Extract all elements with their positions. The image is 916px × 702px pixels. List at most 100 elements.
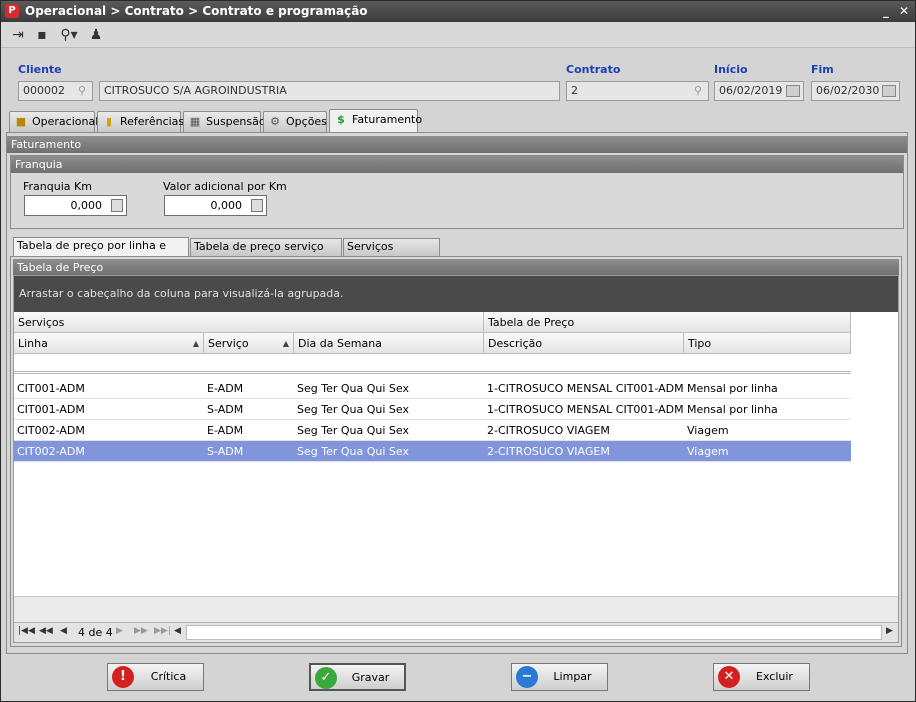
valor-adicional-input[interactable]: 0,000	[164, 195, 267, 216]
cliente-label: Cliente	[18, 63, 62, 76]
cell-dia-semana: Seg Ter Qua Qui Sex	[297, 424, 409, 437]
tab-suspensao[interactable]: ▦ Suspensão	[183, 111, 266, 132]
bookmark-icon: ▮	[105, 115, 113, 128]
franquia-km-value: 0,000	[70, 199, 103, 212]
valor-adicional-label: Valor adicional por Km	[163, 180, 287, 193]
cell-servico: S-ADM	[207, 445, 244, 458]
table-row-selected[interactable]: CIT002-ADM S-ADM Seg Ter Qua Qui Sex 2-C…	[14, 441, 851, 462]
franquia-km-label: Franquia Km	[23, 180, 92, 193]
next-page-icon[interactable]: ▶	[116, 626, 123, 636]
cliente-name-value: CITROSUCO S/A AGROINDUSTRIA	[104, 84, 287, 97]
column-header-tipo[interactable]: Tipo	[684, 333, 851, 354]
minimize-icon[interactable]: _	[879, 4, 893, 18]
window-title: Operacional > Contrato > Contrato e prog…	[25, 4, 368, 18]
calculator-icon[interactable]	[111, 199, 123, 212]
tabela-preco-header: Tabela de Preço	[13, 259, 899, 276]
subtab-tabela-linha-servico[interactable]: Tabela de preço por linha e serviço	[13, 237, 189, 268]
tab-label: Suspensão	[206, 115, 266, 128]
pager-text: 4 de 4	[78, 626, 113, 639]
cell-dia-semana: Seg Ter Qua Qui Sex	[297, 403, 409, 416]
fim-label: Fim	[811, 63, 834, 76]
scroll-right-icon[interactable]: ▶	[886, 626, 893, 636]
scroll-left-icon[interactable]: ◀	[174, 626, 181, 636]
fim-date-field[interactable]: 06/02/2030	[811, 81, 900, 101]
table-row[interactable]: CIT002-ADM E-ADM Seg Ter Qua Qui Sex 2-C…	[14, 420, 851, 441]
cell-linha: CIT002-ADM	[17, 445, 85, 458]
limpar-button[interactable]: − Limpar	[511, 663, 608, 691]
toolbar: ⇥ ▪ ⚲▾ ♟	[1, 22, 915, 48]
excluir-button[interactable]: ✕ Excluir	[713, 663, 810, 691]
cell-dia-semana: Seg Ter Qua Qui Sex	[297, 445, 409, 458]
last-page-icon[interactable]: ▶▶|	[154, 626, 171, 636]
calendar-icon[interactable]	[882, 85, 896, 97]
exit-icon[interactable]: ⇥	[9, 26, 27, 44]
cliente-name-field[interactable]: CITROSUCO S/A AGROINDUSTRIA	[99, 81, 560, 101]
button-label: Limpar	[553, 670, 592, 683]
cell-servico: S-ADM	[207, 403, 244, 416]
cell-servico: E-ADM	[207, 424, 244, 437]
calendar-icon[interactable]	[786, 85, 800, 97]
gravar-button[interactable]: ✓ Gravar	[309, 663, 406, 691]
subtab-tabela-servico-extra[interactable]: Tabela de preço serviço extra	[190, 238, 342, 269]
tab-opcoes[interactable]: ⚙ Opções	[263, 111, 327, 132]
error-icon: !	[112, 666, 134, 688]
franquia-header: Franquia	[11, 156, 903, 173]
prev-page-icon[interactable]: ◀	[60, 626, 67, 636]
cell-linha: CIT002-ADM	[17, 424, 85, 437]
minus-icon: −	[516, 666, 538, 688]
column-label: Tipo	[688, 337, 712, 350]
title-bar: P Operacional > Contrato > Contrato e pr…	[1, 1, 915, 22]
column-header-servico[interactable]: Serviço ▲	[204, 333, 294, 354]
filter-row[interactable]	[14, 354, 851, 374]
table-row[interactable]: CIT001-ADM E-ADM Seg Ter Qua Qui Sex 1-C…	[14, 378, 851, 399]
inicio-value: 06/02/2019	[719, 84, 783, 97]
tab-label: Opções	[286, 115, 327, 128]
button-label: Crítica	[150, 670, 187, 683]
close-icon[interactable]: ✕	[897, 4, 911, 18]
tab-label: Operacional	[32, 115, 99, 128]
search-icon[interactable]: ⚲	[75, 84, 89, 98]
tab-operacional[interactable]: ■ Operacional	[9, 111, 99, 132]
column-header-linha[interactable]: Linha ▲	[14, 333, 204, 354]
faturamento-header: Faturamento	[7, 136, 907, 153]
table-row[interactable]: CIT001-ADM S-ADM Seg Ter Qua Qui Sex 1-C…	[14, 399, 851, 420]
critica-button[interactable]: ! Crítica	[107, 663, 204, 691]
cliente-code-value: 000002	[23, 84, 65, 97]
button-label: Gravar	[351, 671, 390, 684]
button-label: Excluir	[756, 670, 793, 683]
sort-asc-icon: ▲	[282, 339, 289, 348]
first-page-icon[interactable]: |◀◀	[18, 626, 35, 636]
search-dropdown-icon[interactable]: ⚲▾	[57, 26, 81, 44]
message-icon[interactable]: ▪	[33, 26, 51, 44]
next-page-group-icon[interactable]: ▶▶	[134, 626, 148, 636]
cliente-code-field[interactable]: 000002 ⚲	[18, 81, 93, 101]
gear-icon: ⚙	[270, 115, 280, 128]
cell-servico: E-ADM	[207, 382, 244, 395]
cell-descricao: 2-CITROSUCO VIAGEM	[487, 424, 610, 437]
horizontal-scrollbar[interactable]	[186, 625, 882, 640]
footer-row	[14, 596, 898, 622]
cell-linha: CIT001-ADM	[17, 403, 85, 416]
tab-faturamento[interactable]: $ Faturamento	[329, 109, 422, 132]
check-icon: ✓	[315, 667, 337, 689]
prev-page-group-icon[interactable]: ◀◀	[39, 626, 53, 636]
band-tabela-preco: Tabela de Preço	[484, 312, 851, 333]
column-label: Linha	[18, 337, 48, 350]
cell-tipo: Mensal por linha	[687, 382, 778, 395]
search-icon[interactable]: ⚲	[691, 84, 705, 98]
calculator-icon[interactable]	[251, 199, 263, 212]
inicio-date-field[interactable]: 06/02/2019	[714, 81, 804, 101]
user-icon[interactable]: ♟	[87, 26, 105, 44]
column-label: Serviço	[208, 337, 249, 350]
cell-tipo: Viagem	[687, 424, 729, 437]
column-label: Dia da Semana	[298, 337, 382, 350]
column-header-descricao[interactable]: Descrição	[484, 333, 684, 354]
tab-referencias[interactable]: ▮ Referências	[97, 111, 184, 132]
tab-label: Faturamento	[352, 113, 423, 126]
column-header-dia-semana[interactable]: Dia da Semana	[294, 333, 484, 354]
franquia-km-input[interactable]: 0,000	[24, 195, 127, 216]
cell-descricao: 1-CITROSUCO MENSAL CIT001-ADM	[487, 403, 684, 416]
group-by-area[interactable]: Arrastar o cabeçalho da coluna para visu…	[14, 276, 898, 312]
subtab-servicos-atrelados[interactable]: Serviços atrelados	[343, 238, 440, 269]
contrato-field[interactable]: 2 ⚲	[566, 81, 709, 101]
